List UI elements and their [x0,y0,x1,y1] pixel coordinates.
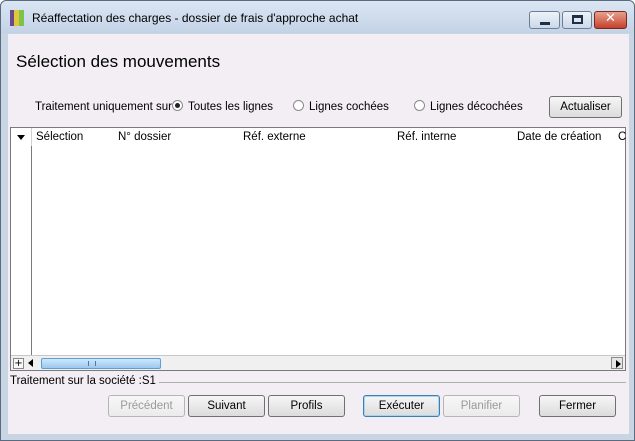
page-title: Sélection des mouvements [16,52,221,71]
minimize-icon [540,22,550,25]
add-row-button[interactable]: + [13,358,24,369]
refresh-button[interactable]: Actualiser [549,96,622,118]
radio-checked-lines[interactable] [293,100,304,111]
grid-header: Sélection N° dossier Réf. externe Réf. i… [11,128,626,146]
next-button[interactable]: Suivant [188,395,265,417]
column-header-external-ref[interactable]: Réf. externe [243,131,306,143]
column-header-selection[interactable]: Sélection [36,131,83,143]
schedule-button[interactable]: Planifier [443,395,520,417]
movements-grid[interactable]: Sélection N° dossier Réf. externe Réf. i… [10,127,626,371]
maximize-button[interactable] [562,11,592,29]
column-header-dossier[interactable]: N° dossier [118,131,171,143]
filter-row: Traitement uniquement sur : Toutes les l… [8,96,629,118]
profiles-button[interactable]: Profils [268,395,345,417]
window-title: Réaffectation des charges - dossier de f… [32,11,359,25]
close-icon: ✕ [605,11,616,26]
radio-all-lines-label[interactable]: Toutes les lignes [188,101,273,113]
close-button[interactable]: Fermer [539,395,616,417]
scroll-left-icon[interactable] [28,359,33,367]
title-bar[interactable]: Réaffectation des charges - dossier de f… [1,1,634,33]
radio-all-lines[interactable] [172,100,183,111]
dialog-content: Sélection des mouvements Traitement uniq… [8,34,629,434]
company-groupbox: Traitement sur la société :S1 [10,375,626,389]
dialog-window: Réaffectation des charges - dossier de f… [0,0,635,441]
column-chooser-button[interactable] [11,128,32,146]
radio-checked-lines-label[interactable]: Lignes cochées [309,101,389,113]
column-header-internal-ref[interactable]: Réf. interne [397,131,456,143]
filter-label: Traitement uniquement sur : [35,101,179,113]
close-window-button[interactable]: ✕ [594,11,627,29]
row-selector-gutter [11,146,32,356]
company-label: Traitement sur la société :S1 [10,375,159,387]
execute-button[interactable]: Exécuter [363,395,440,417]
previous-button[interactable]: Précédent [108,395,185,417]
scrollbar-thumb[interactable] [41,358,161,369]
scroll-right-icon[interactable] [611,357,623,369]
horizontal-scrollbar[interactable]: + [11,355,625,370]
minimize-button[interactable] [529,11,560,29]
app-icon [10,10,24,26]
radio-unchecked-lines[interactable] [414,100,425,111]
column-header-truncated[interactable]: C [618,131,626,143]
radio-unchecked-lines-label[interactable]: Lignes décochées [430,101,523,113]
column-header-creation-date[interactable]: Date de création [517,131,601,143]
maximize-icon [572,15,583,24]
